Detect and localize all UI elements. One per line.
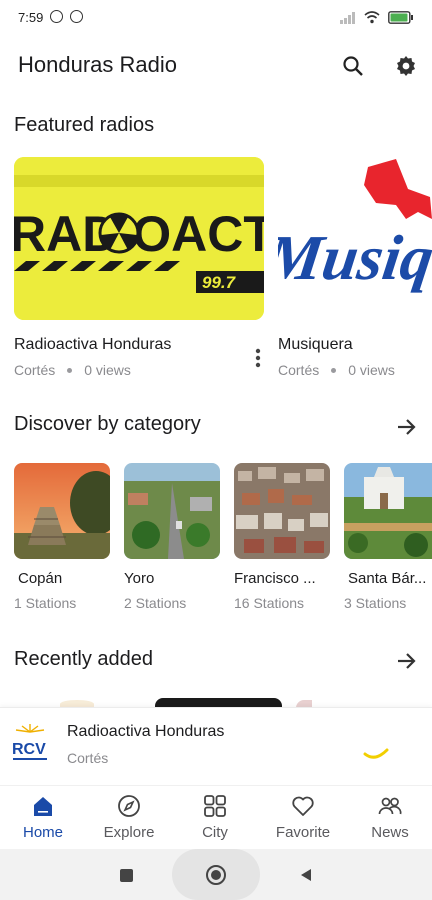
radio-location: Cortés — [278, 362, 320, 378]
category-image — [234, 463, 330, 559]
radio-location: Cortés — [14, 362, 56, 378]
category-stations: 1 Stations — [14, 595, 77, 611]
category-card[interactable]: Santa Bár... 3 Stations — [344, 463, 432, 611]
category-stations: 16 Stations — [234, 595, 305, 611]
wifi-icon — [364, 11, 380, 24]
player-logo: RCV — [10, 722, 50, 768]
category-image — [124, 463, 220, 559]
arrow-right-icon[interactable] — [394, 649, 418, 673]
back-icon[interactable] — [300, 868, 312, 882]
home-pill[interactable] — [172, 849, 260, 900]
category-image — [14, 463, 110, 559]
dot-separator — [67, 367, 73, 373]
player-logo-text: RCV — [12, 741, 46, 758]
nav-label: Favorite — [275, 824, 331, 841]
system-navigation-bar — [0, 849, 432, 900]
radio-logo: RADIOACTIVA 99.7 — [14, 157, 264, 320]
frequency-text: 99.7 — [202, 273, 237, 292]
category-name: Santa Bár... — [348, 570, 427, 587]
search-button[interactable] — [339, 52, 367, 80]
radio-name: Radioactiva Honduras — [14, 336, 172, 353]
nav-label: City — [202, 824, 228, 841]
player-station-name: Radioactiva Honduras — [67, 723, 225, 740]
nav-news[interactable]: News — [348, 786, 432, 850]
status-bar: 7:59 — [0, 0, 432, 36]
logo-text: Musiq — [278, 222, 432, 293]
player-station-location: Cortés — [67, 750, 109, 766]
notification-icon — [50, 10, 63, 23]
notification-icon — [70, 10, 83, 23]
nav-city[interactable]: City — [172, 786, 258, 850]
category-stations: 2 Stations — [124, 595, 187, 611]
gear-icon — [397, 56, 415, 76]
radio-logo: Musiq — [278, 157, 432, 320]
mini-player[interactable]: RCV Radioactiva Honduras Cortés — [0, 707, 432, 785]
app-bar: Honduras Radio — [0, 38, 432, 94]
loading-spinner-icon — [363, 748, 389, 759]
more-options-icon[interactable] — [254, 347, 262, 369]
category-card[interactable]: Copán 1 Stations — [14, 463, 110, 611]
nav-home[interactable]: Home — [0, 786, 86, 850]
status-time: 7:59 — [18, 10, 44, 25]
signal-icon — [340, 11, 355, 24]
people-icon — [378, 797, 402, 815]
dot-separator — [331, 367, 337, 373]
nav-label: News — [371, 824, 409, 841]
nav-favorite[interactable]: Favorite — [258, 786, 348, 850]
recents-icon[interactable] — [120, 869, 133, 882]
category-section-title: Discover by category — [14, 413, 201, 435]
heart-icon — [292, 796, 314, 816]
compass-icon — [118, 795, 140, 817]
grid-icon — [204, 795, 226, 817]
nav-label: Home — [22, 824, 63, 841]
radio-views: 0 views — [84, 362, 131, 378]
category-card[interactable]: Francisco ... 16 Stations — [234, 463, 330, 611]
recent-section-title: Recently added — [14, 648, 153, 670]
category-name: Francisco ... — [234, 570, 316, 587]
radio-views: 0 views — [348, 362, 395, 378]
arrow-right-icon[interactable] — [394, 415, 418, 439]
category-image — [344, 463, 432, 559]
battery-icon — [388, 11, 413, 24]
nav-explore[interactable]: Explore — [86, 786, 172, 850]
home-icon — [34, 797, 52, 816]
radio-meta: Cortés 0 views — [278, 362, 395, 378]
category-name: Yoro — [124, 570, 155, 587]
app-title: Honduras Radio — [18, 52, 177, 77]
category-stations: 3 Stations — [344, 595, 407, 611]
settings-button[interactable] — [392, 52, 420, 80]
category-name: Copán — [18, 570, 63, 587]
radio-name: Musiquera — [278, 336, 353, 353]
bottom-navigation: Home Explore City Favorite News — [0, 785, 432, 849]
home-circle-icon — [206, 865, 226, 885]
radio-meta: Cortés 0 views — [14, 362, 131, 378]
category-card[interactable]: Yoro 2 Stations — [124, 463, 220, 611]
search-icon — [343, 56, 363, 76]
featured-section-title: Featured radios — [14, 114, 155, 136]
nav-label: Explore — [103, 824, 155, 841]
